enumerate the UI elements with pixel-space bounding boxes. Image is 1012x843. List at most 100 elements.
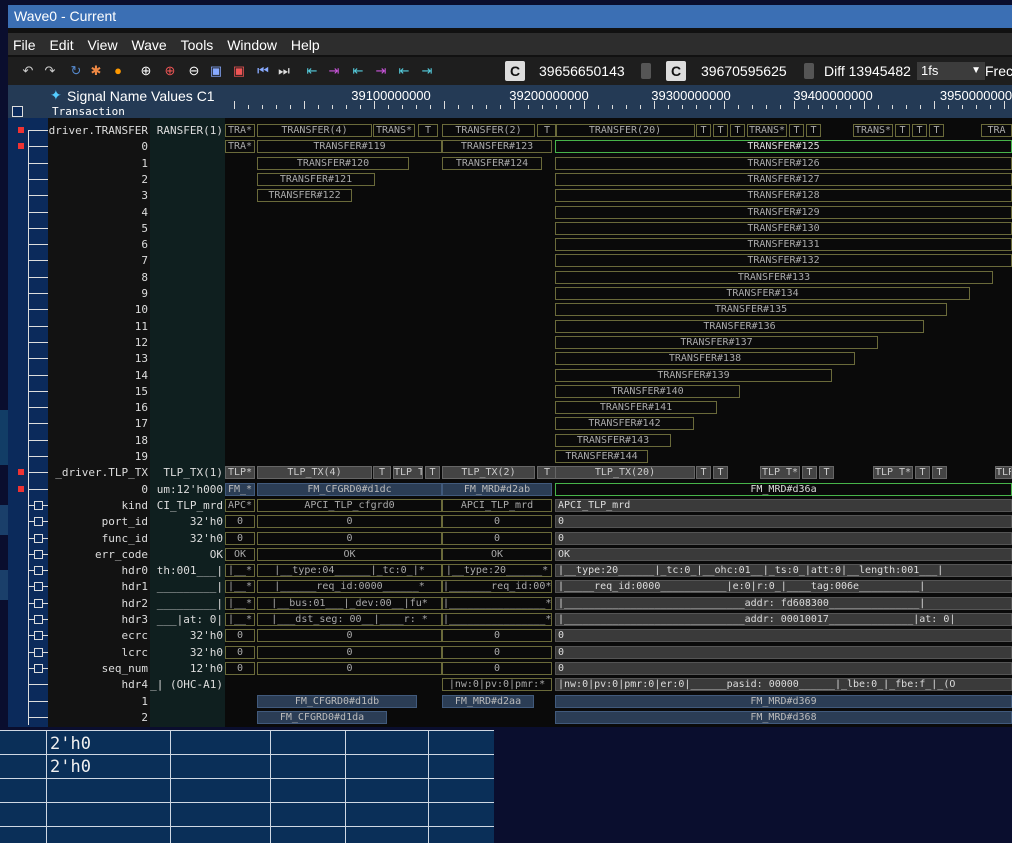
waveform-segment[interactable]: 0 [442, 629, 552, 642]
waveform-segment[interactable]: TRANSFER#120 [257, 157, 409, 170]
signal-name[interactable]: 11 [135, 320, 148, 333]
waveform-segment[interactable]: TRANSFER#132 [555, 254, 1012, 267]
waveform-segment[interactable]: TRANSFER#134 [555, 287, 970, 300]
waveform-segment[interactable]: TLP_TX(4) [257, 466, 372, 479]
expand-icon[interactable] [34, 599, 43, 608]
signal-name[interactable]: 0 [141, 140, 148, 153]
waveform-segment[interactable]: TLP_TX(2) [442, 466, 535, 479]
zoom-in-icon[interactable]: ⊕ [138, 63, 154, 79]
transaction-marker-icon[interactable] [18, 469, 24, 475]
signal-name[interactable]: 17 [135, 417, 148, 430]
expand-icon[interactable] [34, 534, 43, 543]
signal-name[interactable]: 1 [141, 157, 148, 170]
waveform-segment[interactable]: TLP* [225, 466, 255, 479]
waveform-segment[interactable]: TRA* [225, 124, 255, 137]
waveform-segment[interactable]: TRANSFER#119 [257, 140, 442, 153]
menu-view[interactable]: View [82, 33, 122, 53]
menu-help[interactable]: Help [286, 33, 325, 53]
signal-name[interactable]: func_id [102, 532, 148, 545]
cursor2-icon[interactable]: C [666, 61, 686, 81]
signal-name[interactable]: kind [122, 499, 149, 512]
collapse-box[interactable] [12, 106, 23, 117]
waveform-segment[interactable]: FM_MRD#d2ab [442, 483, 552, 496]
waveform-segment[interactable]: T [819, 466, 834, 479]
waveform-segment[interactable]: 0 [257, 532, 442, 545]
expand-icon[interactable] [34, 501, 43, 510]
cursor1-icon[interactable]: C [505, 61, 525, 81]
signal-name[interactable]: port_id [102, 515, 148, 528]
waveform-segment[interactable]: TLP T* [760, 466, 800, 479]
signal-name[interactable]: 19 [135, 450, 148, 463]
cursor1-value[interactable]: 39656650143 [539, 63, 625, 79]
waveform-segment[interactable]: 0 [225, 662, 255, 675]
signal-name[interactable]: 9 [141, 287, 148, 300]
waveform-segment[interactable]: FM_MRD#d36a [555, 483, 1012, 496]
signal-name[interactable]: 10 [135, 303, 148, 316]
signal-name[interactable]: err_code [95, 548, 148, 561]
waveform-segment[interactable]: TRA [981, 124, 1012, 137]
signal-name[interactable]: 5 [141, 222, 148, 235]
waveform-segment[interactable]: TRANSFER#140 [555, 385, 740, 398]
signal-name[interactable]: 15 [135, 385, 148, 398]
waveform-segment[interactable]: T [929, 124, 944, 137]
waveform-segment[interactable]: 0 [442, 646, 552, 659]
waveform-segment[interactable]: T [915, 466, 930, 479]
next-rise-icon[interactable]: ⇥ [373, 63, 389, 79]
signal-name[interactable]: 18 [135, 434, 148, 447]
expand-icon[interactable] [34, 664, 43, 673]
waveform-segment[interactable]: |__type:20______|_tc:0_|__ohc:01__|_ts:0… [555, 564, 1012, 577]
waveform-segment[interactable]: 0 [555, 646, 1012, 659]
waveform-segment[interactable]: T [789, 124, 804, 137]
waveform-segment[interactable]: TRANS* [853, 124, 893, 137]
redo-icon[interactable]: ↷ [42, 63, 58, 79]
waveform-segment[interactable]: 0 [225, 629, 255, 642]
signal-name[interactable]: 14 [135, 369, 148, 382]
waveform-segment[interactable]: T [418, 124, 438, 137]
waveform-segment[interactable]: TRANSFER#133 [555, 271, 993, 284]
waveform-segment[interactable]: T [730, 124, 745, 137]
waveform-segment[interactable]: 0 [225, 515, 255, 528]
waveform-segment[interactable]: 0 [555, 662, 1012, 675]
waveform-segment[interactable]: TLP T* [393, 466, 423, 479]
signal-name[interactable]: 4 [141, 206, 148, 219]
waveform-segment[interactable]: TRANSFER#124 [442, 157, 542, 170]
waveform-segment[interactable]: APCI_TLP_cfgrd0 [257, 499, 442, 512]
waveform-segment[interactable]: TRANSFER#130 [555, 222, 1012, 235]
waveform-segment[interactable]: TRANSFER(4) [257, 124, 372, 137]
zoom-fit-icon[interactable]: ▣ [208, 63, 224, 79]
signal-name[interactable]: driver.TRANSFER [49, 124, 148, 137]
waveform-segment[interactable]: TRANSFER#123 [442, 140, 552, 153]
waveform-segment[interactable]: TRA* [225, 140, 255, 153]
waveform-segment[interactable]: T [537, 466, 557, 479]
waveform-segment[interactable]: T [537, 124, 557, 137]
menu-file[interactable]: File [8, 33, 41, 53]
menu-wave[interactable]: Wave [126, 33, 171, 53]
waveform-segment[interactable]: APC* [225, 499, 255, 512]
zoom-cursor-icon[interactable]: ▣ [231, 63, 247, 79]
waveform-segment[interactable]: |________________* [442, 597, 552, 610]
cursor2-value[interactable]: 39670595625 [701, 63, 787, 79]
signal-name[interactable]: 12 [135, 336, 148, 349]
waveform-segment[interactable]: T [425, 466, 440, 479]
signal-name[interactable]: 3 [141, 189, 148, 202]
waveform-segment[interactable]: TRANSFER(20) [555, 124, 695, 137]
waveform-segment[interactable]: T [713, 124, 728, 137]
waveform-segment[interactable]: TLP T* [873, 466, 913, 479]
signal-name[interactable]: 6 [141, 238, 148, 251]
menu-tools[interactable]: Tools [176, 33, 219, 53]
prev-fall-icon[interactable]: ⇤ [396, 63, 412, 79]
prev-rise-icon[interactable]: ⇤ [350, 63, 366, 79]
waveform-segment[interactable]: OK [225, 548, 255, 561]
waveform-segment[interactable]: 0 [257, 515, 442, 528]
next-edge-icon[interactable]: ⇥ [326, 63, 342, 79]
waveform-segment[interactable]: 0 [257, 629, 442, 642]
waveform-segment[interactable]: TRANSFER#129 [555, 206, 1012, 219]
menu-window[interactable]: Window [222, 33, 282, 53]
waveform-segment[interactable]: T [912, 124, 927, 137]
waveform-segment[interactable]: TRANSFER#122 [257, 189, 352, 202]
waveform-segment[interactable]: TRANSFER#142 [555, 417, 694, 430]
transaction-marker-icon[interactable] [18, 486, 24, 492]
waveform-segment[interactable]: 0 [442, 515, 552, 528]
expand-icon[interactable] [34, 631, 43, 640]
waveform-segment[interactable]: TRANSFER#139 [555, 369, 832, 382]
